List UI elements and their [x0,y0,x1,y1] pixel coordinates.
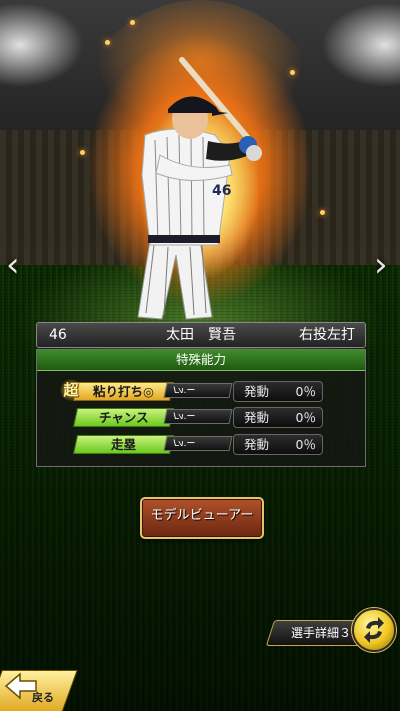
jersey-number: 46 [212,183,231,199]
panel-title: 特殊能力 [37,350,365,371]
player-info-bar: 46 太田 賢吾 右投左打 [36,322,366,348]
ability-activation: 発動 0％ [233,434,323,455]
ability-row[interactable]: チャンス Lv.ー 発動 0％ [37,406,365,428]
back-label[interactable]: 戻る [32,689,54,705]
throw-bat-type: 右投左打 [299,327,355,343]
ability-activation: 発動 0％ [233,407,323,428]
ability-row[interactable]: 走塁 Lv.ー 発動 0％ [37,433,365,455]
player-portrait[interactable]: 46 [120,55,280,325]
ability-tag: 走塁 [72,435,175,454]
model-viewer-button[interactable]: モデルビューアー [140,497,264,539]
ability-tag: 粘り打ち◎ [72,382,175,401]
special-abilities-panel: 特殊能力 超 粘り打ち◎ Lv.ー 発動 0％ チャンス Lv.ー 発動 0％ … [36,349,366,467]
ability-activation: 発動 0％ [233,381,323,402]
ability-level: Lv.ー [163,436,233,451]
ability-row[interactable]: 超 粘り打ち◎ Lv.ー 発動 0％ [37,379,365,402]
ability-level: Lv.ー [163,383,233,398]
chevron-right-icon[interactable]: › [374,245,388,285]
ability-tag: チャンス [72,408,175,427]
ability-level: Lv.ー [163,409,233,424]
super-badge-icon: 超 [59,379,83,401]
player-card-screen: 46 ‹ › 46 太田 賢吾 右投左打 特殊能力 超 粘り打ち◎ Lv.ー 発… [0,0,400,711]
swap-icon[interactable] [352,608,396,652]
chevron-left-icon[interactable]: ‹ [6,245,20,285]
